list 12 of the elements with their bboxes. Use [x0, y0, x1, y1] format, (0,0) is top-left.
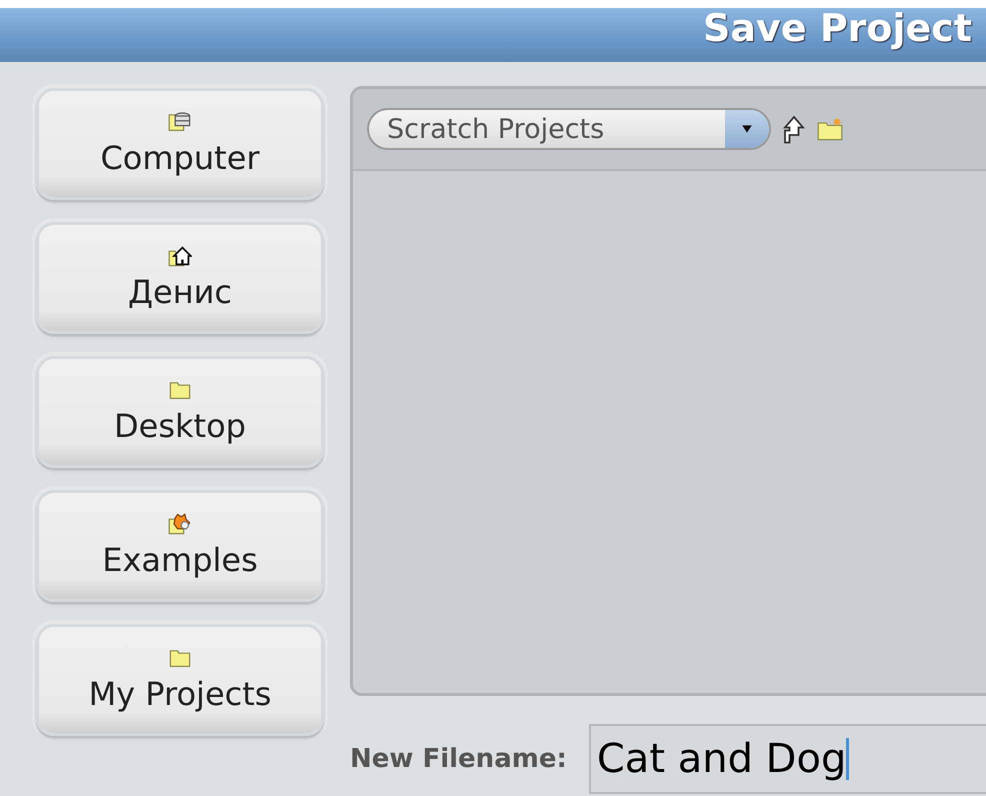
text-cursor — [846, 738, 850, 780]
up-arrow-icon[interactable] — [781, 114, 807, 144]
folder-icon — [168, 647, 192, 669]
drive-folder-icon — [168, 111, 192, 133]
folder-icon — [168, 379, 192, 401]
caret-icon — [741, 124, 753, 134]
animal-folder-icon — [168, 513, 192, 535]
window-title: Save Project — [703, 8, 972, 50]
filename-field[interactable]: Cat and Dog — [588, 724, 986, 794]
home-folder-icon — [168, 245, 192, 267]
filename-label: New Filename: — [350, 744, 567, 774]
location-dropdown[interactable]: Scratch Projects — [367, 108, 771, 150]
